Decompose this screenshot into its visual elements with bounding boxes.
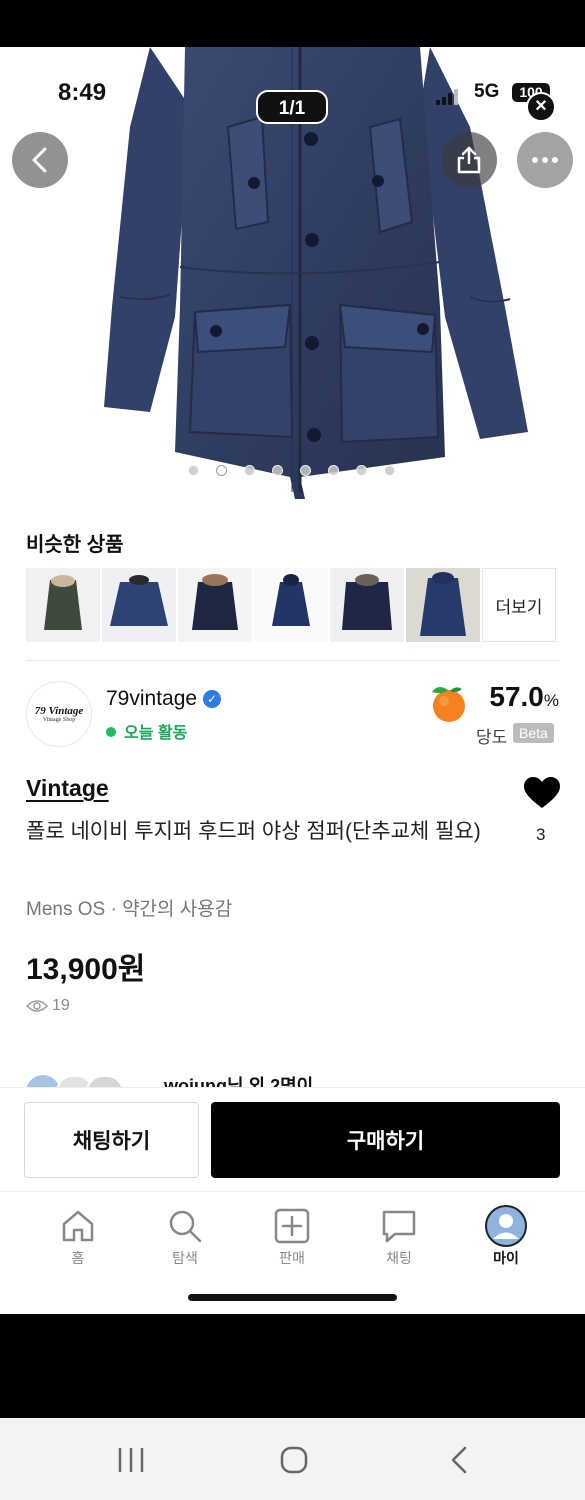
home-indicator (188, 1294, 397, 1301)
back-nav-button[interactable] (444, 1440, 474, 1480)
tab-my-label: 마이 (493, 1250, 519, 1266)
chat-bubble-icon (382, 1210, 416, 1243)
tab-search-label: 탐색 (172, 1250, 198, 1266)
similar-item-thumbnail[interactable] (406, 568, 480, 642)
sweetness-label: 당도 (476, 728, 508, 747)
seller-avatar[interactable]: 79 Vintage Vintage Shop (26, 681, 92, 747)
online-dot-icon (106, 727, 116, 737)
back-arrow-icon (451, 1446, 467, 1474)
seller-logo-text: 79 Vintage (34, 705, 84, 717)
sweetness-unit: % (543, 691, 559, 710)
interested-users-text: woiung님 외 2명이 (164, 1076, 314, 1087)
tab-sell[interactable]: 판매 (252, 1206, 332, 1268)
similar-item-thumbnail[interactable] (330, 568, 404, 642)
beta-badge: Beta (513, 723, 554, 743)
buy-button[interactable]: 구매하기 (211, 1102, 560, 1178)
network-type: 5G (474, 81, 500, 102)
heart-icon[interactable] (522, 776, 562, 810)
seller-name-row[interactable]: 79vintage ✓ (106, 687, 222, 711)
product-meta: Mens OS · 약간의 사용감 (26, 899, 233, 920)
home-circle-icon (280, 1446, 308, 1474)
page-dot (328, 465, 339, 476)
tab-my[interactable]: 마이 (466, 1205, 546, 1268)
similar-item-thumbnail[interactable] (26, 568, 100, 642)
sweetness-score: 57.0% (489, 681, 559, 713)
peach-icon (432, 686, 465, 722)
avatar (86, 1075, 124, 1087)
app-screen: 8:49 5G 100 1/1 × 비슷한 상품 더보기 79 Vintage … (0, 47, 585, 1314)
seller-activity: 오늘 활동 (106, 719, 187, 743)
seller-activity-text: 오늘 활동 (124, 725, 188, 742)
recent-apps-button[interactable] (114, 1440, 148, 1480)
page-dot (356, 465, 367, 476)
home-button[interactable] (276, 1440, 312, 1480)
page-dot (244, 465, 255, 476)
page-dot (384, 465, 395, 476)
ellipsis-icon (532, 157, 558, 163)
similar-items-list: 더보기 (26, 568, 556, 642)
similar-item-thumbnail[interactable] (178, 568, 252, 642)
brand-link[interactable]: Vintage (26, 775, 109, 802)
interested-users-row[interactable]: woiung님 외 2명이 (26, 1071, 566, 1087)
avatar-icon (485, 1205, 527, 1247)
similar-item-thumbnail[interactable] (254, 568, 328, 642)
share-icon (457, 146, 481, 174)
close-icon[interactable]: × (526, 92, 556, 122)
seller-name: 79vintage (106, 687, 198, 710)
seller-logo-subtext: Vintage Shop (42, 717, 76, 723)
photo-page-dots (188, 465, 395, 477)
tab-chat-label: 채팅 (386, 1250, 412, 1266)
product-title: 폴로 네이비 투지퍼 후드퍼 야상 점퍼(단추교체 필요) (26, 820, 481, 843)
status-time: 8:49 (58, 79, 107, 106)
more-options-button[interactable] (517, 132, 573, 188)
verified-badge-icon: ✓ (203, 690, 222, 708)
tab-search[interactable]: 탐색 (145, 1206, 225, 1268)
share-button[interactable] (441, 132, 497, 188)
tab-home[interactable]: 홈 (38, 1206, 118, 1268)
photo-counter: 1/1 (256, 90, 328, 124)
chevron-left-icon (32, 147, 47, 173)
page-dot (272, 465, 283, 476)
back-button[interactable] (12, 132, 68, 188)
view-count-value: 19 (52, 997, 70, 1014)
android-navigation-bar (0, 1418, 585, 1500)
like-count: 3 (536, 825, 546, 844)
signal-icon (436, 89, 462, 105)
tab-sell-label: 판매 (279, 1250, 305, 1266)
plus-square-icon (274, 1208, 310, 1244)
similar-item-thumbnail[interactable] (102, 568, 176, 642)
similar-items-title: 비슷한 상품 (26, 534, 124, 556)
avatar (26, 1075, 60, 1087)
eye-icon (26, 1000, 48, 1012)
page-dot (188, 465, 199, 476)
page-dot (216, 465, 227, 476)
recent-apps-icon (118, 1448, 144, 1472)
tab-home-label: 홈 (71, 1250, 85, 1266)
sweetness-value: 57.0 (489, 681, 544, 712)
product-price: 13,900원 (26, 953, 146, 986)
tab-chat[interactable]: 채팅 (359, 1206, 439, 1268)
top-black-bar (0, 0, 585, 47)
section-divider (26, 660, 559, 661)
view-count: 19 (26, 997, 70, 1015)
search-icon (169, 1210, 202, 1243)
action-bar: 채팅하기 구매하기 (0, 1087, 585, 1192)
similar-more-button[interactable]: 더보기 (482, 568, 556, 642)
page-dot (300, 465, 311, 476)
chat-button[interactable]: 채팅하기 (24, 1102, 199, 1178)
home-icon (62, 1210, 94, 1242)
